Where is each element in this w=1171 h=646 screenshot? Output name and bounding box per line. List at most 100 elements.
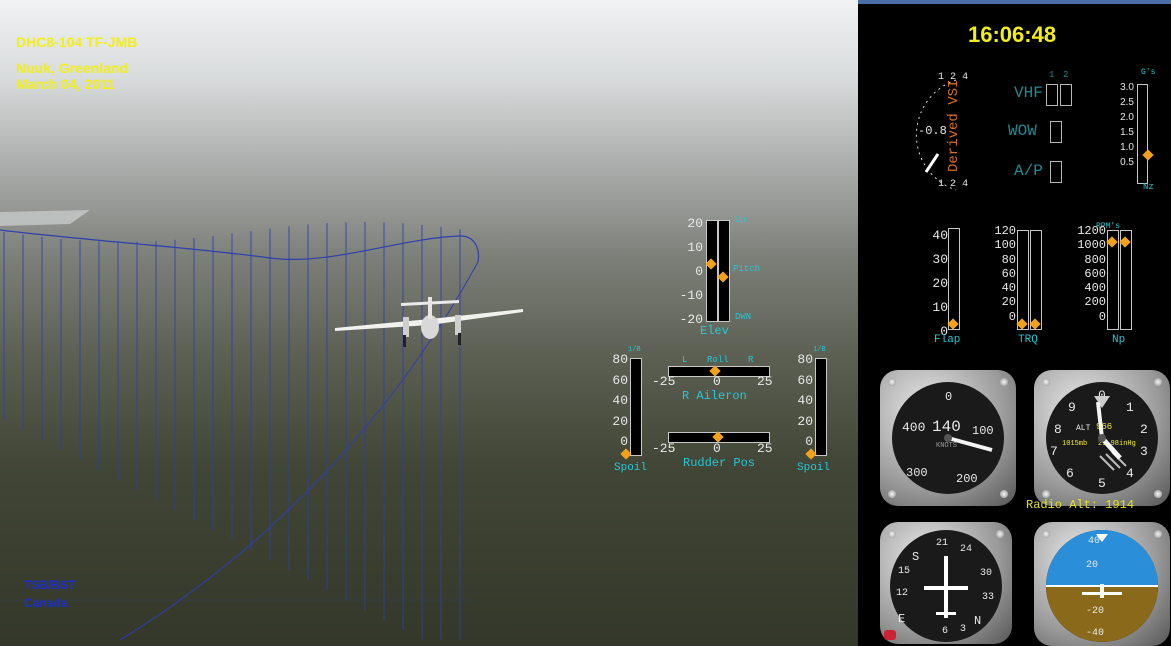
date-label: March 04, 2011 xyxy=(16,76,115,92)
instrument-panel: 16:06:48 1 2 4 1 2 4 -0.8 Derived VSI VH… xyxy=(858,4,1171,646)
aileron-roll-label: Roll xyxy=(707,355,729,365)
trq-tick: 20 xyxy=(1001,295,1016,310)
g-label: Nz xyxy=(1143,182,1154,192)
spoiler-right-bar xyxy=(815,358,827,456)
spoiler-tick: 60 xyxy=(797,372,813,388)
vsi-scale-tick: 2 xyxy=(950,179,957,190)
flight-scene-view[interactable]: DHC8-104 TF-JMB Nuuk, Greenland March 04… xyxy=(0,0,858,646)
g-tick: 3.0 xyxy=(1120,82,1134,93)
g-tick: 2.0 xyxy=(1120,112,1134,123)
vsi-scale-tick: 4 xyxy=(962,179,969,190)
spoiler-tick: 40 xyxy=(797,393,813,408)
vhf-num: 1 xyxy=(1049,70,1055,80)
runway-shape xyxy=(0,210,90,226)
elevator-up-label: Up xyxy=(735,215,746,225)
vhf-num: 2 xyxy=(1063,70,1069,80)
elevator-tick: -20 xyxy=(679,312,703,327)
vhf-label: VHF xyxy=(1014,84,1043,102)
location-label: Nuuk, Greenland xyxy=(16,60,129,76)
clock: 16:06:48 xyxy=(968,22,1057,47)
vhf1-led xyxy=(1046,84,1058,106)
g-tick: 1.0 xyxy=(1120,142,1134,153)
heading-indicator: 21 24 S 30 33 N E 12 15 6 3 xyxy=(880,522,1012,644)
trq-label: TRQ xyxy=(1018,334,1038,346)
flap-tick: 10 xyxy=(932,300,948,315)
spoiler-unit: 1/B xyxy=(628,346,641,354)
np-tick: 1200 xyxy=(1077,224,1106,238)
vsi-value: -0.8 xyxy=(918,124,947,138)
elevator-dwn-label: DWN xyxy=(735,312,752,322)
trq-tick: 60 xyxy=(1001,266,1016,281)
g-tick: 1.5 xyxy=(1120,127,1134,138)
ap-led xyxy=(1050,161,1062,183)
rudder-tick: 0 xyxy=(713,441,721,456)
flap-tick: 30 xyxy=(932,252,948,267)
elevator-pitch-label: Pitch xyxy=(733,264,761,274)
np-tick: 1000 xyxy=(1077,238,1106,253)
aileron-label: R Aileron xyxy=(682,389,747,403)
rudder-tick: -25 xyxy=(652,441,676,456)
vsi-scale-tick: 1 xyxy=(938,72,945,83)
g-tick: 2.5 xyxy=(1120,97,1134,108)
aileron-right-label: R xyxy=(748,355,754,365)
spoiler-unit: 1/B xyxy=(813,346,826,354)
radio-alt-value: 1914 xyxy=(1105,498,1135,512)
pitch-bar xyxy=(718,220,730,322)
trq-tick: 120 xyxy=(994,224,1016,238)
g-tick: 0.5 xyxy=(1120,157,1134,168)
rudder-label: Rudder Pos xyxy=(683,456,756,470)
aileron-left-label: L xyxy=(682,355,688,365)
radio-alt-label: Radio Alt: xyxy=(1026,498,1099,512)
flap-tick: 20 xyxy=(932,276,948,291)
hdg-knob-icon[interactable] xyxy=(884,630,896,640)
spoiler-tick: 60 xyxy=(612,372,628,388)
trq-tick: 40 xyxy=(1001,281,1016,296)
spoiler-left-label: Spoil xyxy=(614,462,648,474)
g-unit: G's xyxy=(1141,68,1156,77)
aileron-tick: 25 xyxy=(757,374,773,389)
vsi-scale-tick: 4 xyxy=(962,72,969,83)
plane-icon xyxy=(924,556,968,618)
trq-tick: 100 xyxy=(994,238,1016,253)
spoiler-left-bar xyxy=(630,358,642,456)
vhf2-led xyxy=(1060,84,1072,106)
trq-bar-1 xyxy=(1017,230,1029,330)
country-label: Canada xyxy=(24,596,68,610)
spoiler-tick: 80 xyxy=(797,352,813,367)
elevator-ticks: 20 10 0 -10 -20 xyxy=(675,212,703,332)
elevator-tick: 0 xyxy=(695,264,703,279)
flap-bar xyxy=(948,228,960,330)
airspeed-indicator: 0 400 140 100 KNOTS 300 200 xyxy=(880,370,1016,506)
wow-label: WOW xyxy=(1008,122,1037,140)
spoiler-tick: 80 xyxy=(612,352,628,367)
aircraft-id-label: DHC8-104 TF-JMB xyxy=(16,34,138,50)
elev-bar xyxy=(706,220,718,322)
np-tick: 0 xyxy=(1098,309,1106,324)
np-tick: 200 xyxy=(1084,295,1106,310)
elevator-tick: 10 xyxy=(687,240,703,255)
wow-led xyxy=(1050,121,1062,143)
aileron-tick: -25 xyxy=(652,374,676,389)
spoiler-tick: 20 xyxy=(612,413,628,429)
elevator-tick: -10 xyxy=(679,288,703,303)
elevator-label: Elev xyxy=(700,324,729,338)
np-tick: 800 xyxy=(1084,252,1106,267)
ap-label: A/P xyxy=(1014,162,1043,180)
np-label: Np xyxy=(1112,334,1126,346)
spoiler-right-label: Spoil xyxy=(797,462,831,474)
rudder-tick: 25 xyxy=(757,441,773,456)
flap-label: Flap xyxy=(934,334,961,346)
trq-bar-2 xyxy=(1030,230,1042,330)
flap-tick: 40 xyxy=(932,228,948,243)
vsi-scale-tick: 1 xyxy=(938,179,945,190)
radio-alt: Radio Alt: 1914 xyxy=(1026,498,1134,512)
org-label: TSB/BST xyxy=(24,578,76,592)
aileron-tick: 0 xyxy=(713,374,721,389)
elevator-tick: 20 xyxy=(687,216,703,231)
np-tick: 600 xyxy=(1084,266,1106,281)
vsi-label: Derived VSI xyxy=(946,79,962,172)
spoiler-tick: 40 xyxy=(612,393,628,408)
attitude-indicator: 40 20 -20 -40 xyxy=(1034,522,1170,646)
aircraft-model xyxy=(335,297,523,347)
trq-tick: 0 xyxy=(1008,309,1016,324)
